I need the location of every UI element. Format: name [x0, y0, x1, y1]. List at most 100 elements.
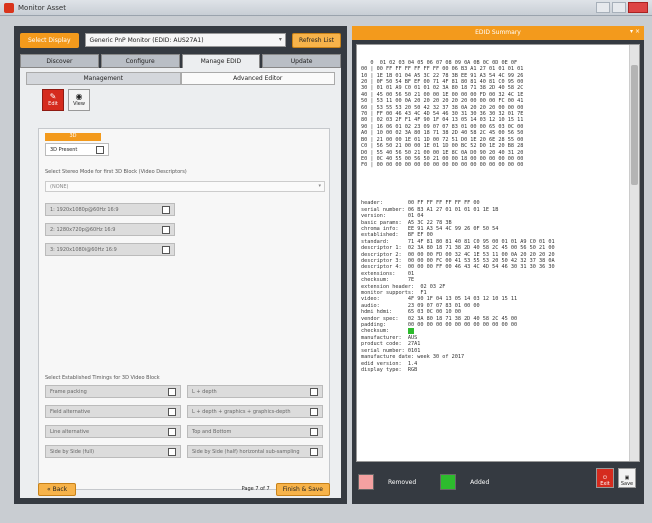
est-checkbox[interactable]	[310, 428, 318, 436]
video-option-1[interactable]: 1: 1920x1080p@60Hz 16:9	[45, 203, 175, 216]
advanced-editor-content: 3D 3D Present Select Stereo Mode for fir…	[38, 128, 330, 490]
edid-summary-header: EDID Summary ▾ ×	[352, 26, 644, 40]
edid-details: header: 00 FF FF FF FF FF FF 00 serial nu…	[361, 200, 623, 373]
right-pane: EDID Summary ▾ × 0 01 02 03 04 05 06 07 …	[352, 26, 644, 504]
window-title: Monitor Asset	[18, 3, 66, 12]
view-button[interactable]: ◉ View	[68, 89, 90, 111]
stereo-mode-value: (NONE)	[50, 184, 69, 190]
est-item[interactable]: Side by Side (full)	[45, 445, 181, 458]
hex-rows: 0 01 02 03 04 05 06 07 08 09 0A 0B 0C 0D…	[361, 60, 623, 169]
removed-swatch	[358, 474, 374, 490]
chevron-down-icon: ▾	[318, 183, 321, 189]
close-button[interactable]	[628, 2, 648, 13]
added-label: Added	[470, 478, 490, 486]
est-item-label: Field alternative	[50, 409, 91, 415]
est-item[interactable]: Field alternative	[45, 405, 181, 418]
added-highlight	[407, 328, 415, 335]
est-checkbox[interactable]	[168, 408, 176, 416]
est-item-label: Side by Side (full)	[50, 449, 95, 455]
est-item[interactable]: Side by Side (half) horizontal sub-sampl…	[187, 445, 323, 458]
est-item-label: Top and Bottom	[192, 429, 232, 435]
est-checkbox[interactable]	[168, 388, 176, 396]
edit-button[interactable]: ✎ Edit	[42, 89, 64, 111]
video-option-checkbox[interactable]	[162, 226, 170, 234]
finish-save-button[interactable]: Finish & Save	[275, 482, 330, 496]
tab-configure[interactable]: Configure	[100, 54, 180, 68]
back-button[interactable]: « Back	[38, 482, 77, 496]
scrollbar-thumb[interactable]	[631, 65, 638, 185]
est-checkbox[interactable]	[310, 408, 318, 416]
minimize-button[interactable]	[596, 2, 610, 13]
edit-label: Edit	[48, 101, 58, 107]
stereo-mode-label: Select Stereo Mode for first 3D Block (V…	[45, 169, 187, 175]
device-select-value: Generic PnP Monitor (EDID: AUS27A1)	[89, 37, 204, 44]
maximize-button[interactable]	[612, 2, 626, 13]
vertical-scrollbar[interactable]	[629, 45, 639, 461]
video-option-checkbox[interactable]	[162, 246, 170, 254]
est-checkbox[interactable]	[168, 448, 176, 456]
section-3d-label: 3D	[45, 133, 101, 141]
est-item[interactable]: Frame packing	[45, 385, 181, 398]
back-label: Back	[52, 485, 68, 493]
added-swatch	[440, 474, 457, 490]
refresh-list-button[interactable]: Refresh List	[291, 32, 341, 48]
app-icon	[4, 2, 14, 13]
video-option-label: 3: 1920x1080i@60Hz 16:9	[50, 247, 117, 253]
est-checkbox[interactable]	[310, 448, 318, 456]
save-button[interactable]: ▣ Save	[618, 468, 636, 488]
tab-manage-edid[interactable]: Manage EDID	[181, 54, 261, 68]
est-item[interactable]: L + depth + graphics + graphics-depth	[187, 405, 323, 418]
device-label: Select Display	[20, 32, 79, 48]
video-option-label: 2: 1280x720p@60Hz 16:9	[50, 227, 116, 233]
hex-row: F0 | 00 00 00 00 00 00 00 00 00 00 00 00…	[361, 162, 524, 169]
save-label: Save	[620, 481, 634, 487]
tab-discover[interactable]: Discover	[20, 54, 99, 68]
est-item-label: Side by Side (half) horizontal sub-sampl…	[192, 449, 300, 455]
3d-present-checkbox[interactable]	[96, 146, 104, 154]
exit-button[interactable]: ⏻ Exit	[596, 468, 614, 488]
video-option-label: 1: 1920x1080p@60Hz 16:9	[50, 207, 119, 213]
est-checkbox[interactable]	[310, 388, 318, 396]
eye-icon: ◉	[75, 92, 83, 101]
video-option-2[interactable]: 2: 1280x720p@60Hz 16:9	[45, 223, 175, 236]
3d-present-label: 3D Present	[50, 147, 78, 153]
edit-icon: ✎	[49, 92, 57, 101]
est-item-label: L + depth	[192, 389, 217, 395]
tool-icons: ✎ Edit ◉ View	[42, 89, 341, 111]
window-titlebar: Monitor Asset	[0, 0, 652, 16]
edid-hex-panel[interactable]: 0 01 02 03 04 05 06 07 08 09 0A 0B 0C 0D…	[356, 44, 640, 462]
sub-tabs: Management Advanced Editor	[26, 72, 335, 85]
pin-icon[interactable]: ▾ ×	[630, 28, 640, 35]
chevron-down-icon: ▾	[278, 36, 282, 43]
hex-dump: 0 01 02 03 04 05 06 07 08 09 0A 0B 0C 0D…	[361, 47, 623, 386]
est-item[interactable]: Line alternative	[45, 425, 181, 438]
removed-label: Removed	[388, 478, 417, 486]
est-item[interactable]: L + depth	[187, 385, 323, 398]
right-actions: ⏻ Exit ▣ Save	[596, 468, 636, 488]
edid-detail-line: display type: RGB	[361, 366, 418, 373]
est-item-label: Frame packing	[50, 389, 87, 395]
tab-update[interactable]: Update	[262, 54, 341, 68]
main-tabs: Discover Configure Manage EDID Update	[14, 54, 347, 68]
est-checkbox[interactable]	[168, 428, 176, 436]
device-select[interactable]: Generic PnP Monitor (EDID: AUS27A1) ▾	[84, 33, 286, 47]
device-row: Select Display Generic PnP Monitor (EDID…	[14, 26, 347, 54]
exit-label: Exit	[600, 481, 610, 487]
wizard-footer: « Back Page 7 of 7 Finish & Save	[38, 480, 330, 498]
est-item-label: L + depth + graphics + graphics-depth	[192, 409, 291, 415]
subtab-advanced-editor[interactable]: Advanced Editor	[180, 72, 335, 85]
edid-summary-title: EDID Summary	[475, 29, 521, 36]
page-indicator: Page 7 of 7	[241, 486, 270, 492]
video-option-3[interactable]: 3: 1920x1080i@60Hz 16:9	[45, 243, 175, 256]
left-pane: Select Display Generic PnP Monitor (EDID…	[14, 26, 347, 504]
est-item-label: Line alternative	[50, 429, 90, 435]
view-label: View	[73, 101, 85, 107]
established-timings-label: Select Established Timings for 3D Video …	[45, 375, 160, 381]
subtab-management[interactable]: Management	[26, 72, 181, 85]
3d-present-row[interactable]: 3D Present	[45, 143, 109, 156]
stereo-mode-select[interactable]: (NONE) ▾	[45, 181, 325, 192]
video-option-checkbox[interactable]	[162, 206, 170, 214]
window-controls	[596, 2, 648, 13]
est-item[interactable]: Top and Bottom	[187, 425, 323, 438]
legend: Removed Added	[358, 474, 503, 490]
